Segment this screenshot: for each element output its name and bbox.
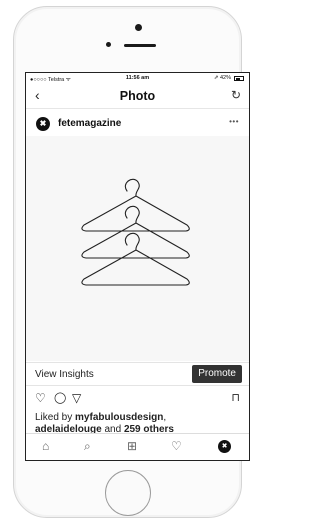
- search-icon[interactable]: ⌕: [84, 439, 91, 454]
- status-bar: ●○○○○ Telstra ᯤ 11:56 am ⇗ 42%: [26, 73, 249, 84]
- view-insights-link[interactable]: View Insights: [35, 369, 94, 380]
- activity-icon[interactable]: ♡: [171, 439, 182, 453]
- tab-bar: ⌂ ⌕ ⊞ ♡ ✖: [26, 433, 249, 460]
- profile-tab-icon[interactable]: ✖: [218, 440, 231, 453]
- promote-button[interactable]: Promote: [192, 365, 242, 383]
- home-button[interactable]: [105, 470, 151, 516]
- liked-prefix: Liked by: [35, 412, 76, 423]
- hanger-bottom: [81, 232, 190, 286]
- more-options-icon[interactable]: •••: [229, 117, 239, 126]
- hangers-illustration: [81, 178, 190, 286]
- liked-user[interactable]: myfabulousdesign: [75, 412, 163, 423]
- comment-icon[interactable]: ◯: [54, 391, 66, 404]
- like-icon[interactable]: ♡: [35, 391, 46, 405]
- post-header: ✖ fetemagazine •••: [26, 109, 249, 135]
- battery-icon: [234, 76, 244, 81]
- earpiece-speaker: [124, 44, 156, 47]
- home-icon[interactable]: ⌂: [42, 439, 49, 453]
- proximity-sensor: [106, 42, 111, 47]
- phone-screen: ●○○○○ Telstra ᯤ 11:56 am ⇗ 42% ‹ Photo ↻…: [25, 72, 250, 461]
- avatar[interactable]: ✖: [36, 117, 50, 131]
- insights-bar: View Insights Promote: [26, 362, 249, 386]
- battery-percentage: ⇗ 42%: [213, 75, 231, 81]
- refresh-icon[interactable]: ↻: [231, 88, 241, 102]
- page-title: Photo: [119, 89, 156, 103]
- nav-bar: ‹ Photo ↻: [26, 84, 249, 109]
- front-camera: [135, 24, 142, 31]
- bookmark-icon[interactable]: ⊓: [231, 391, 240, 404]
- add-post-icon[interactable]: ⊞: [127, 439, 137, 453]
- post-photo[interactable]: [26, 136, 249, 361]
- share-icon[interactable]: ▽: [72, 391, 81, 405]
- post-username[interactable]: fetemagazine: [58, 118, 121, 129]
- post-actions: ♡ ◯ ▽ ⊓: [26, 389, 249, 409]
